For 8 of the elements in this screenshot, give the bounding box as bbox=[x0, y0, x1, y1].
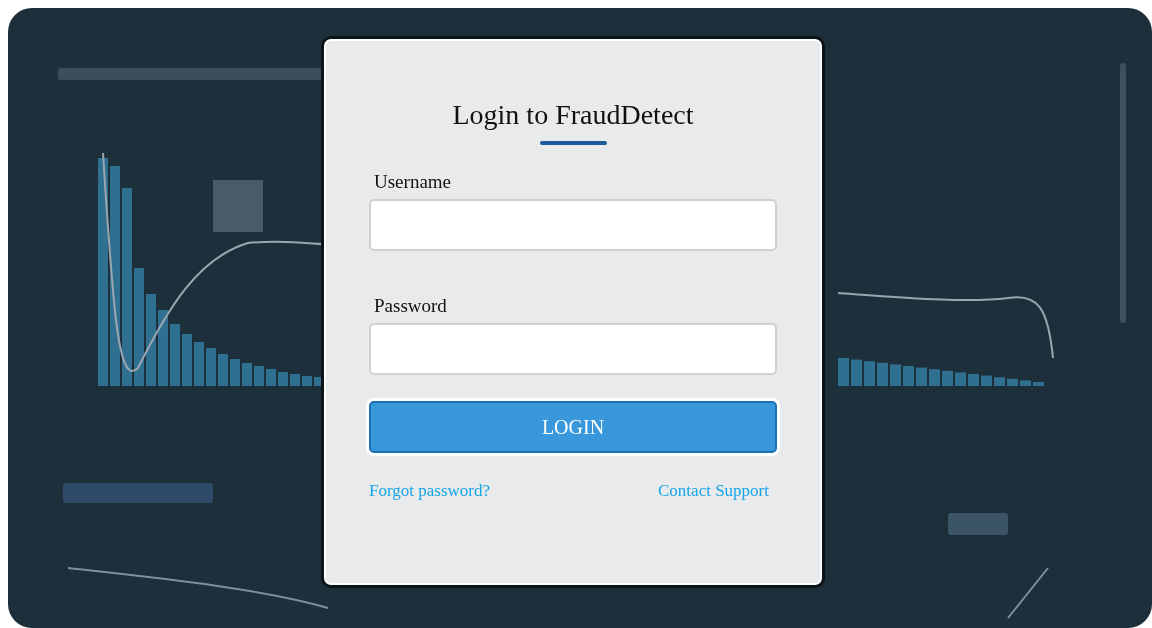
forgot-password-link[interactable]: Forgot password? bbox=[369, 481, 491, 501]
field-label: Password bbox=[374, 295, 448, 317]
username-field[interactable] bbox=[369, 199, 777, 251]
field-label: Username bbox=[374, 171, 453, 193]
login-title: Login to FraudDetect bbox=[451, 99, 695, 131]
login-button[interactable]: LOGIN bbox=[369, 401, 777, 453]
password-field[interactable] bbox=[369, 323, 777, 375]
contact-support-link[interactable]: Contact Support bbox=[658, 481, 769, 501]
